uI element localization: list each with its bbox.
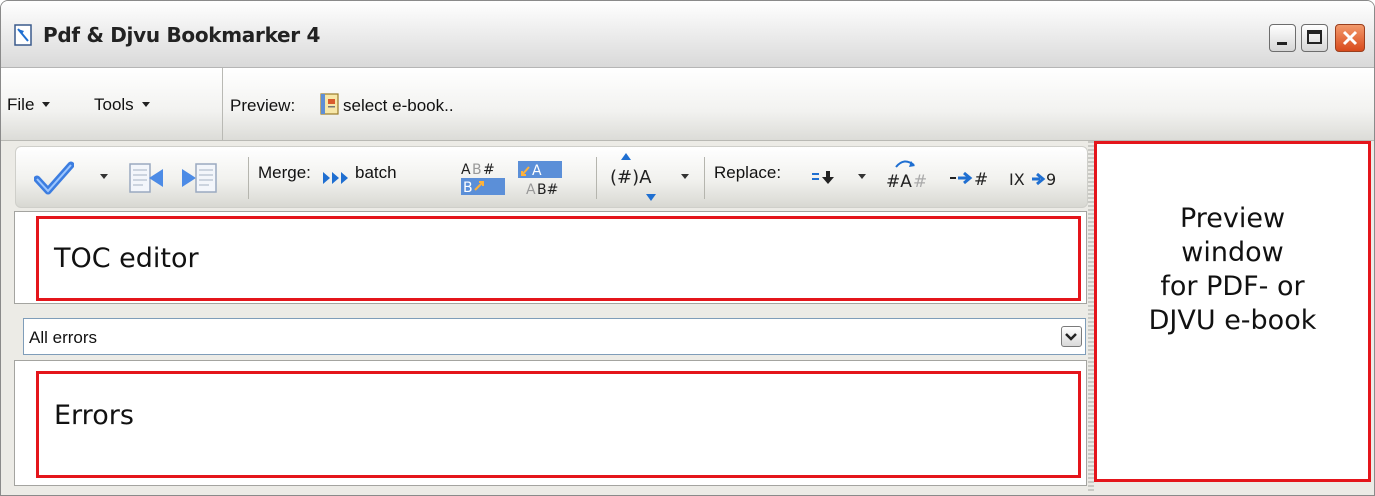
toolbar: Merge: batch A B # B A A B# (#)A Replace — [15, 146, 1088, 208]
svg-text:#: # — [483, 162, 495, 178]
toolbar-separator — [704, 157, 705, 199]
svg-text:A: A — [526, 182, 536, 197]
chevron-down-icon[interactable] — [100, 174, 108, 179]
preview-pane-text: Preview window for PDF- or DJVU e-book — [1097, 202, 1368, 338]
svg-text:B: B — [472, 162, 482, 178]
minimize-icon — [1277, 42, 1287, 45]
merge-ab2-icon[interactable]: A A B# — [516, 159, 564, 197]
tools-menu-label: Tools — [94, 95, 134, 114]
merge-label: Merge: — [258, 163, 311, 182]
preview-pane[interactable]: Preview window for PDF- or DJVU e-book — [1094, 141, 1371, 482]
replace-hash-icon[interactable]: #A # — [884, 155, 936, 193]
merge-ab-icon[interactable]: A B # B — [459, 159, 507, 197]
preview-line: for PDF- or — [1160, 271, 1305, 302]
chevron-down-icon — [42, 102, 51, 107]
errors-label: Errors — [54, 400, 134, 431]
toolbar-separator — [596, 157, 597, 199]
svg-text:#: # — [974, 170, 988, 189]
numbering-label: (#)A — [610, 167, 652, 188]
numbering-icon[interactable]: (#)A — [608, 151, 660, 205]
chevron-down-icon — [1065, 333, 1077, 341]
window-title: Pdf & Djvu Bookmarker 4 — [43, 23, 321, 47]
menu-bar: File Tools Preview: select e-book.. — [1, 68, 1374, 141]
batch-arrows-icon — [323, 172, 348, 184]
preview-line: Preview — [1179, 203, 1286, 234]
chevron-down-icon[interactable] — [681, 174, 689, 179]
preview-line: DJVU e-book — [1148, 305, 1317, 336]
title-bar[interactable]: Pdf & Djvu Bookmarker 4 — [1, 1, 1374, 68]
svg-text:B: B — [463, 180, 473, 196]
svg-text:#: # — [913, 172, 927, 192]
file-menu-label: File — [7, 95, 35, 114]
app-icon — [14, 24, 32, 46]
menu-group: File Tools — [1, 68, 223, 140]
replace-down-icon[interactable] — [810, 167, 840, 187]
svg-text:#A: #A — [886, 172, 912, 192]
maximize-button[interactable] — [1301, 24, 1328, 52]
book-icon[interactable] — [320, 92, 340, 116]
preview-line: window — [1181, 237, 1284, 268]
maximize-icon — [1307, 30, 1322, 44]
close-button[interactable] — [1335, 24, 1365, 52]
move-left-icon[interactable] — [125, 161, 165, 195]
combo-dropdown-button[interactable] — [1061, 326, 1082, 347]
errors-filter-value: All errors — [29, 328, 98, 347]
select-ebook-link[interactable]: select e-book.. — [343, 96, 454, 116]
replace-label: Replace: — [714, 163, 782, 182]
svg-text:B#: B# — [537, 182, 558, 197]
arrow-hash-icon[interactable]: # — [948, 169, 1000, 189]
toc-editor-label: TOC editor — [54, 243, 199, 274]
roman-numeral-text: IX — [1009, 170, 1025, 189]
errors-filter-select[interactable]: All errors — [23, 318, 1086, 355]
toolbar-separator — [248, 157, 249, 199]
chevron-down-icon — [141, 102, 150, 107]
roman-to-arabic-icon[interactable]: IX 9 — [1008, 168, 1068, 190]
svg-text:A: A — [461, 162, 471, 178]
checkmark-icon[interactable] — [34, 161, 74, 195]
arabic-numeral-text: 9 — [1046, 170, 1056, 189]
app-window: Pdf & Djvu Bookmarker 4 File Tools Previ… — [0, 0, 1375, 496]
chevron-down-icon[interactable] — [858, 174, 866, 179]
svg-text:A: A — [532, 163, 542, 179]
errors-panel[interactable]: Errors — [36, 371, 1081, 478]
close-icon — [1342, 30, 1358, 46]
toc-editor[interactable]: TOC editor — [36, 216, 1081, 301]
tools-menu[interactable]: Tools — [94, 95, 150, 115]
preview-label: Preview: — [230, 96, 296, 115]
minimize-button[interactable] — [1269, 24, 1296, 52]
move-right-icon[interactable] — [180, 161, 222, 195]
batch-button[interactable]: batch — [355, 163, 397, 183]
file-menu[interactable]: File — [7, 95, 51, 115]
